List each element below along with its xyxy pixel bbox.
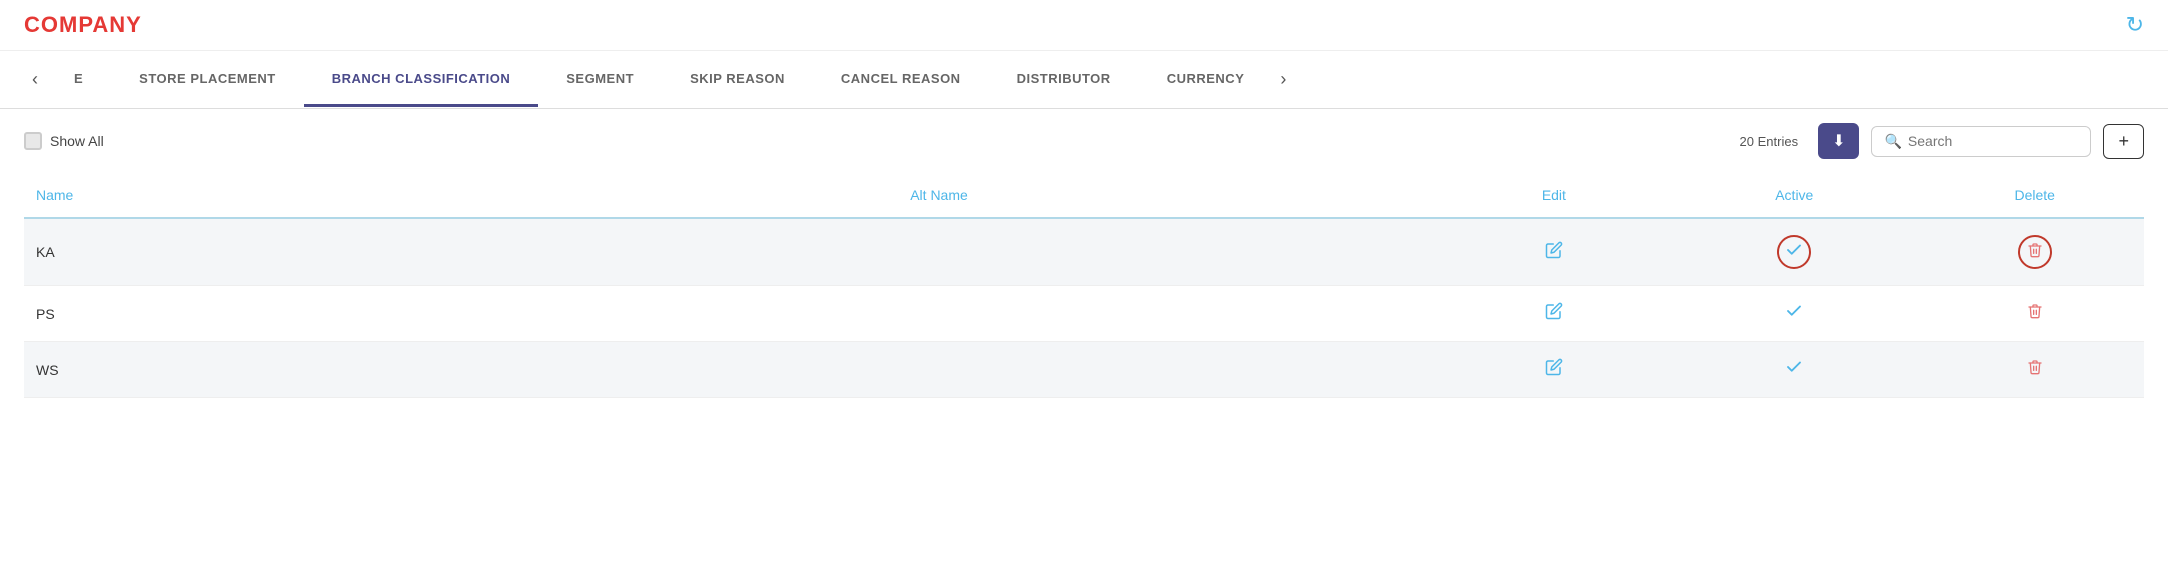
data-table: Name Alt Name Edit Active Delete KA: [24, 173, 2144, 398]
cell-altname: [898, 286, 1444, 342]
cell-active: [1663, 342, 1925, 398]
cell-delete: [1925, 218, 2144, 286]
download-icon: ⬇: [1832, 131, 1845, 151]
active-circle-highlight[interactable]: [1777, 235, 1811, 269]
col-header-delete: Delete: [1925, 173, 2144, 218]
tab-cancel-reason[interactable]: CANCEL REASON: [813, 53, 989, 107]
col-header-active: Active: [1663, 173, 1925, 218]
tab-skip-reason[interactable]: SKIP REASON: [662, 53, 813, 107]
delete-circle-highlight[interactable]: [2018, 235, 2052, 269]
table-row: KA: [24, 218, 2144, 286]
show-all-label: Show All: [50, 133, 104, 149]
cell-altname: [898, 218, 1444, 286]
table-row: WS: [24, 342, 2144, 398]
tab-currency[interactable]: CURRENCY: [1139, 53, 1273, 107]
cell-delete: [1925, 286, 2144, 342]
col-header-name: Name: [24, 173, 898, 218]
cell-altname: [898, 342, 1444, 398]
cell-edit: [1445, 342, 1664, 398]
tab-branch-classification[interactable]: BRANCH CLASSIFICATION: [304, 53, 539, 107]
cell-name: WS: [24, 342, 898, 398]
check-icon: [1785, 241, 1803, 264]
tab-store-placement[interactable]: STORE PLACEMENT: [111, 53, 304, 107]
tabs-right-arrow[interactable]: ›: [1272, 51, 1294, 108]
tab-type[interactable]: E: [46, 53, 111, 107]
download-button[interactable]: ⬇: [1818, 123, 1859, 159]
cell-edit: [1445, 218, 1664, 286]
search-input[interactable]: [1908, 133, 2068, 149]
tab-segment[interactable]: SEGMENT: [538, 53, 662, 107]
delete-icon: [2027, 242, 2043, 263]
edit-icon[interactable]: [1545, 361, 1563, 380]
cell-edit: [1445, 286, 1664, 342]
cell-delete: [1925, 342, 2144, 398]
cell-name: PS: [24, 286, 898, 342]
tabs-container: E STORE PLACEMENT BRANCH CLASSIFICATION …: [46, 53, 1272, 107]
tabs-bar: ‹ E STORE PLACEMENT BRANCH CLASSIFICATIO…: [0, 51, 2168, 109]
show-all-checkbox[interactable]: [24, 132, 42, 150]
delete-icon[interactable]: [2027, 360, 2043, 379]
header: COMPANY ↻: [0, 0, 2168, 51]
check-icon[interactable]: [1785, 304, 1803, 324]
entries-count: 20 Entries: [1740, 134, 1799, 149]
cell-active: [1663, 218, 1925, 286]
col-header-edit: Edit: [1445, 173, 1664, 218]
show-all-wrap: Show All: [24, 132, 1728, 150]
check-icon[interactable]: [1785, 360, 1803, 380]
toolbar: Show All 20 Entries ⬇ 🔍 +: [0, 109, 2168, 173]
cell-active: [1663, 286, 1925, 342]
tabs-left-arrow[interactable]: ‹: [24, 51, 46, 108]
table-wrap: Name Alt Name Edit Active Delete KA: [0, 173, 2168, 422]
table-header-row: Name Alt Name Edit Active Delete: [24, 173, 2144, 218]
add-button[interactable]: +: [2103, 124, 2144, 159]
edit-icon[interactable]: [1545, 244, 1563, 263]
edit-icon[interactable]: [1545, 305, 1563, 324]
col-header-altname: Alt Name: [898, 173, 1444, 218]
tab-distributor[interactable]: DISTRIBUTOR: [989, 53, 1139, 107]
delete-icon[interactable]: [2027, 304, 2043, 323]
refresh-icon[interactable]: ↻: [2126, 12, 2144, 38]
search-icon: 🔍: [1884, 133, 1901, 150]
cell-name: KA: [24, 218, 898, 286]
table-row: PS: [24, 286, 2144, 342]
search-wrap: 🔍: [1871, 126, 2091, 157]
company-logo: COMPANY: [24, 12, 142, 38]
